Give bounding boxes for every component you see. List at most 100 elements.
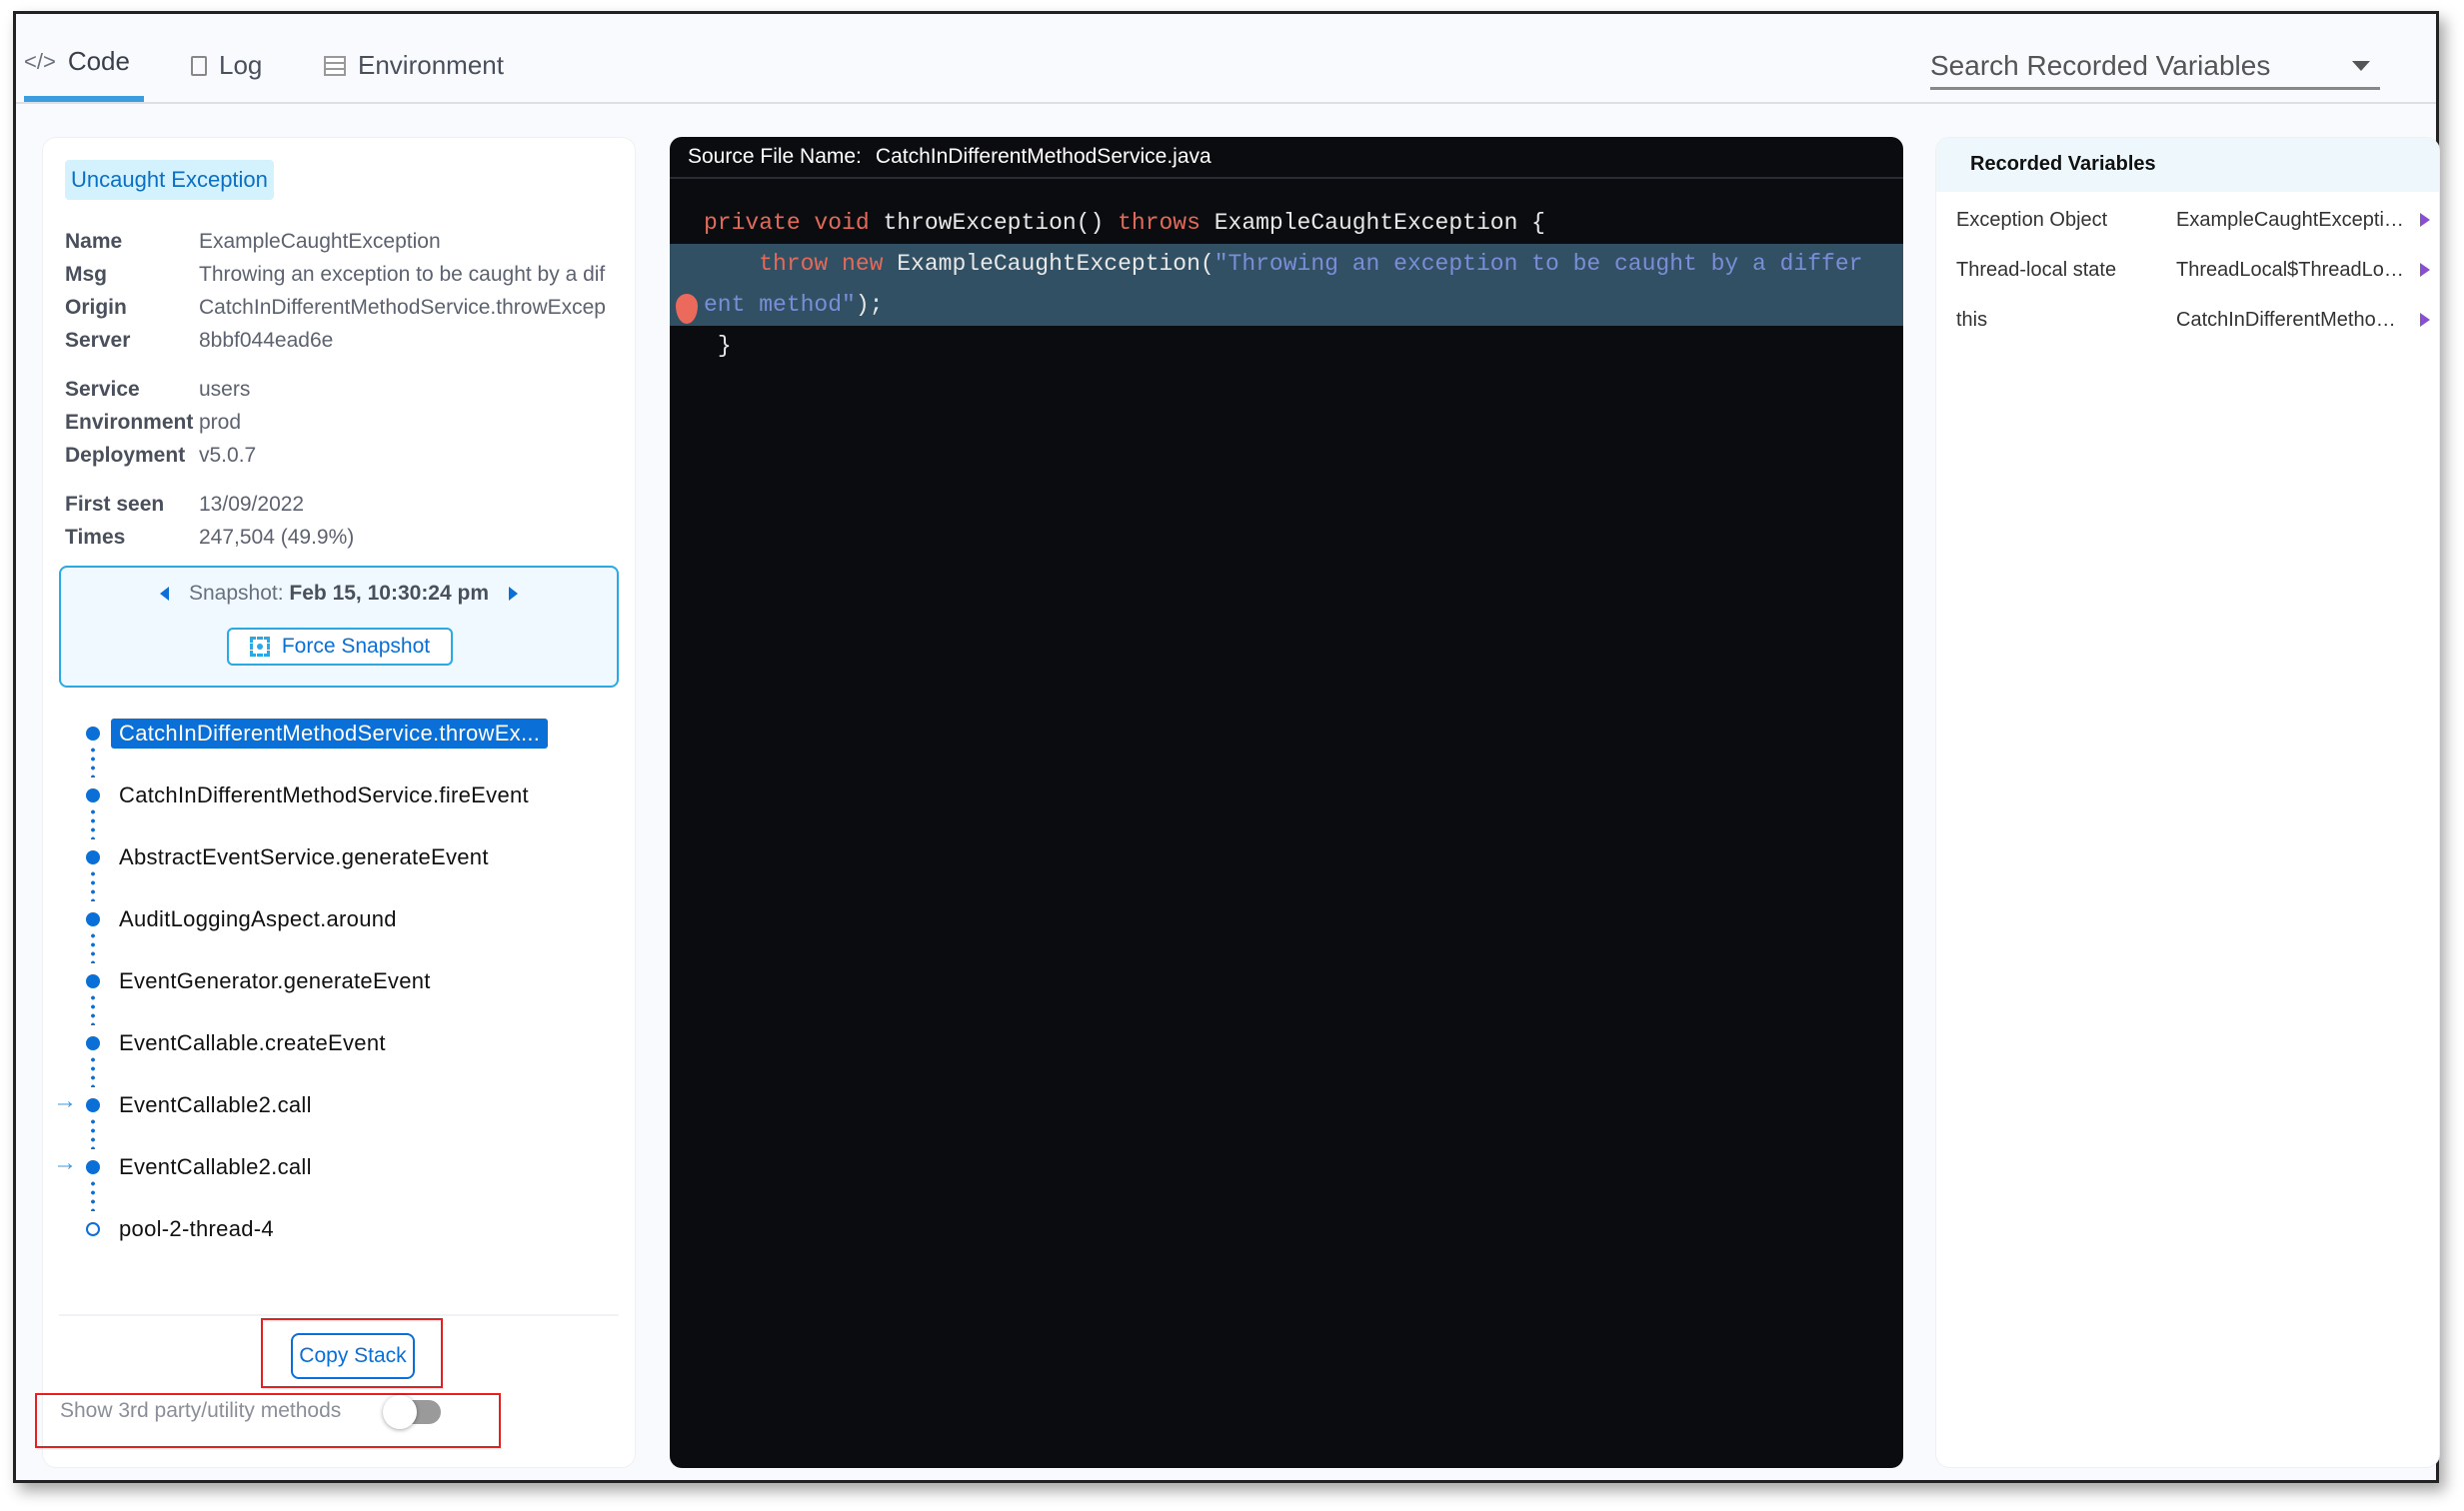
connector xyxy=(91,1055,95,1087)
connector xyxy=(91,1117,95,1149)
file-label: Source File Name: xyxy=(688,145,862,168)
string-literal: ent method" xyxy=(704,292,856,318)
code-text: throwException() xyxy=(869,210,1119,236)
next-snapshot-icon[interactable] xyxy=(509,587,518,602)
stack-frame[interactable]: CatchInDifferentMethodService.fireEvent xyxy=(119,777,529,813)
highlighted-line: throw new ExampleCaughtException("Throwi… xyxy=(670,244,1903,326)
expand-icon[interactable] xyxy=(2420,263,2430,277)
force-snapshot-label: Force Snapshot xyxy=(281,635,431,658)
tab-code[interactable]: </> Code xyxy=(24,46,130,77)
chevron-down-icon[interactable] xyxy=(2352,60,2370,71)
code-line: private void throwException() throws Exa… xyxy=(670,203,1903,244)
document-icon xyxy=(191,55,207,76)
field-label: Msg xyxy=(65,263,107,286)
field-label: Origin xyxy=(65,296,127,319)
field-name: Name ExampleCaughtException xyxy=(65,230,619,254)
panel-title: Recorded Variables xyxy=(1936,138,2439,192)
expand-icon[interactable] xyxy=(2420,313,2430,327)
variable-name: Exception Object xyxy=(1956,208,2108,231)
field-label: Server xyxy=(65,329,131,352)
code-text: } xyxy=(717,333,732,359)
expand-icon[interactable] xyxy=(2420,213,2430,227)
field-label: Environment xyxy=(65,411,194,434)
field-label: First seen xyxy=(65,493,165,516)
toggle-knob xyxy=(383,1395,417,1429)
stack-frame[interactable]: CatchInDifferentMethodService.throwEx... xyxy=(111,716,549,752)
search-placeholder: Search Recorded Variables xyxy=(1930,49,2271,81)
field-deployment: Deployment v5.0.7 xyxy=(65,444,619,468)
force-snapshot-button[interactable]: Force Snapshot xyxy=(227,628,453,666)
exception-panel: Uncaught Exception Name ExampleCaughtExce… xyxy=(35,137,636,1468)
stack-frame[interactable]: EventCallable2.call xyxy=(119,1149,312,1185)
field-value: prod xyxy=(199,411,242,434)
tab-bar: </> Code Log Environment Search Recorded… xyxy=(16,14,2436,104)
frame-dot-icon xyxy=(86,1098,100,1112)
snapshot-label: Snapshot: xyxy=(188,582,284,605)
keyword: throws xyxy=(1118,210,1201,236)
source-file-header: Source File Name: CatchInDifferentMethodS… xyxy=(670,137,1903,179)
tab-environment[interactable]: Environment xyxy=(324,50,504,81)
frame-label: pool-2-thread-4 xyxy=(119,1216,274,1241)
field-value: Throwing an exception to be caught by a … xyxy=(199,263,606,286)
variable-row[interactable]: this CatchInDifferentMethodService xyxy=(1956,300,2439,340)
frame-dot-icon xyxy=(86,974,100,988)
code-line: } xyxy=(670,326,1903,367)
divider xyxy=(59,1314,619,1316)
stack-frame[interactable]: EventGenerator.generateEvent xyxy=(119,963,431,999)
tab-log[interactable]: Log xyxy=(191,50,262,81)
connector xyxy=(91,993,95,1025)
frame-label: CatchInDifferentMethodService.throwEx... xyxy=(111,719,549,749)
field-server: Server 8bbf044ead6e xyxy=(65,329,619,353)
copy-stack-button[interactable]: Copy Stack xyxy=(291,1333,415,1379)
field-environment: Environment prod xyxy=(65,411,619,435)
code-icon: </> xyxy=(24,48,56,74)
recorded-variables-panel: Recorded Variables Exception Object Examp… xyxy=(1935,137,2440,1468)
field-service: Service users xyxy=(65,378,619,402)
code-text: ExampleCaughtException( xyxy=(883,251,1215,277)
app-window: </> Code Log Environment Search Recorded… xyxy=(13,11,2440,1483)
thread-circle-icon xyxy=(86,1222,100,1236)
variable-row[interactable]: Thread-local state ThreadLocal$ThreadLoca… xyxy=(1956,250,2439,290)
focus-icon xyxy=(249,637,270,657)
arrow-right-icon: → xyxy=(53,1087,77,1114)
variable-name: this xyxy=(1956,308,1988,331)
stack-frame[interactable]: AbstractEventService.generateEvent xyxy=(119,839,489,875)
frame-dot-icon xyxy=(86,1036,100,1050)
frame-label: AuditLoggingAspect.around xyxy=(119,906,397,931)
connector xyxy=(91,869,95,901)
previous-snapshot-icon[interactable] xyxy=(159,587,169,602)
frame-label: AbstractEventService.generateEvent xyxy=(119,844,489,869)
field-label: Deployment xyxy=(65,444,186,467)
frame-dot-icon xyxy=(86,1160,100,1174)
frame-dot-icon xyxy=(86,850,100,864)
search-variables-dropdown[interactable]: Search Recorded Variables xyxy=(1930,44,2380,90)
connector xyxy=(91,807,95,839)
code-text: ExampleCaughtException { xyxy=(1200,210,1545,236)
field-times: Times 247,504 (49.9%) xyxy=(65,526,619,550)
field-value: 247,504 (49.9%) xyxy=(199,526,355,549)
field-msg: Msg Throwing an exception to be caught by… xyxy=(65,263,619,287)
field-label: Service xyxy=(65,378,140,401)
code-viewer: Source File Name: CatchInDifferentMethodS… xyxy=(670,137,1903,1468)
keyword: private void xyxy=(704,210,870,236)
status-badge: Uncaught Exception xyxy=(65,160,274,200)
field-value: 8bbf044ead6e xyxy=(199,329,334,352)
field-label: Name xyxy=(65,230,123,253)
code-line: ent method"); xyxy=(670,285,1903,326)
code-line: throw new ExampleCaughtException("Throwi… xyxy=(670,244,1903,285)
field-value: ExampleCaughtException xyxy=(199,230,441,253)
frame-dot-icon xyxy=(86,727,100,741)
frame-label: EventCallable2.call xyxy=(119,1154,312,1179)
field-value: users xyxy=(199,378,251,401)
stack-frame[interactable]: pool-2-thread-4 xyxy=(119,1211,274,1247)
frame-dot-icon xyxy=(86,912,100,926)
frame-label: EventCallable.createEvent xyxy=(119,1030,386,1055)
stack-frame[interactable]: AuditLoggingAspect.around xyxy=(119,901,397,937)
toggle-label: Show 3rd party/utility methods xyxy=(60,1399,342,1422)
table-icon xyxy=(324,55,346,76)
tab-label: Code xyxy=(67,46,130,76)
variable-row[interactable]: Exception Object ExampleCaughtException xyxy=(1956,200,2439,240)
stack-frame[interactable]: EventCallable2.call xyxy=(119,1087,312,1123)
third-party-toggle[interactable] xyxy=(383,1395,445,1429)
stack-frame[interactable]: EventCallable.createEvent xyxy=(119,1025,386,1061)
